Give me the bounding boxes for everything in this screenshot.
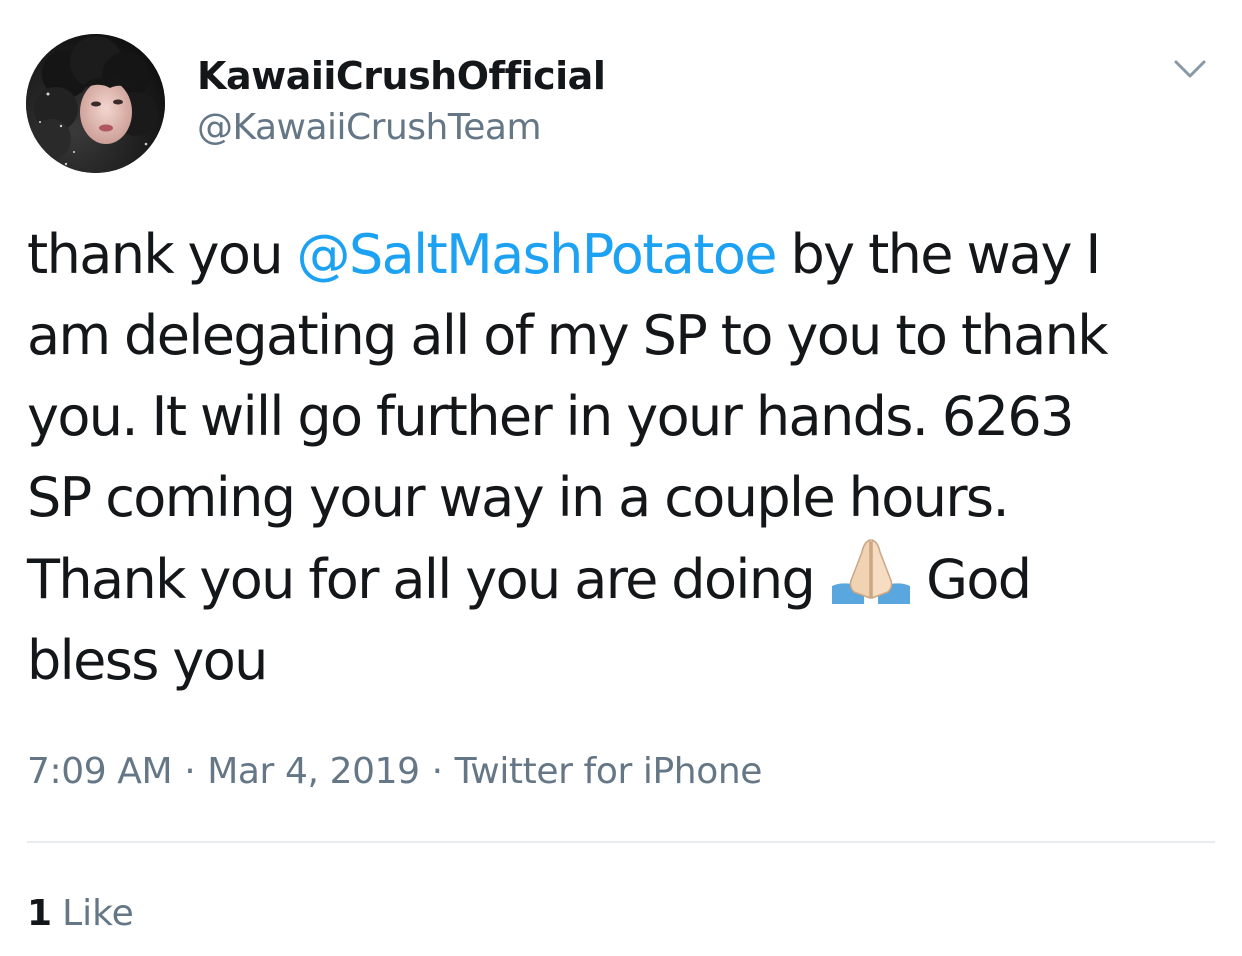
- tweet-line: thank you @SaltMashPotatoe by the way I: [27, 214, 1217, 295]
- likes-label: Like: [62, 893, 134, 934]
- tweet-line: am delegating all of my SP to you to tha…: [27, 304, 1109, 367]
- tweet-text-segment: Thank you for all you are doing: [27, 548, 816, 611]
- tweet-time[interactable]: 7:09 AM: [27, 751, 173, 792]
- tweet-text-segment: by the way I: [775, 223, 1101, 286]
- meta-separator: ·: [184, 751, 196, 792]
- likes-count: 1: [27, 893, 53, 934]
- tweet-body: thank you @SaltMashPotatoe by the way I …: [27, 214, 1217, 701]
- tweet-line: you. It will go further in your hands. 6…: [27, 385, 1075, 448]
- tweet-text-segment: God: [926, 548, 1032, 611]
- tweet-detail: KawaiiCrushOfficial @KawaiiCrushTeam tha…: [0, 0, 1242, 956]
- tweet-source-link[interactable]: Twitter for iPhone: [455, 751, 763, 792]
- tweet-date[interactable]: Mar 4, 2019: [207, 751, 420, 792]
- author-handle[interactable]: @KawaiiCrushTeam: [197, 106, 605, 150]
- tweet-line: SP coming your way in a couple hours.: [27, 466, 1010, 529]
- author-display-name[interactable]: KawaiiCrushOfficial: [197, 52, 606, 100]
- divider: [27, 841, 1215, 843]
- chevron-down-icon[interactable]: [1166, 52, 1214, 88]
- mention-link[interactable]: @SaltMashPotatoe: [297, 223, 778, 286]
- tweet-text-segment: thank you: [27, 223, 297, 286]
- tweet-meta: 7:09 AM · Mar 4, 2019 · Twitter for iPhone: [27, 748, 762, 796]
- meta-separator: ·: [431, 751, 443, 792]
- author-avatar[interactable]: [26, 34, 165, 173]
- tweet-line: Thank you for all you are doing God: [27, 538, 1217, 620]
- author-names[interactable]: KawaiiCrushOfficial @KawaiiCrushTeam: [197, 52, 606, 150]
- likes-stat[interactable]: 1 Like: [27, 890, 134, 938]
- avatar-image: [26, 34, 165, 173]
- folded-hands-emoji: [830, 538, 912, 604]
- tweet-line: bless you: [27, 629, 268, 692]
